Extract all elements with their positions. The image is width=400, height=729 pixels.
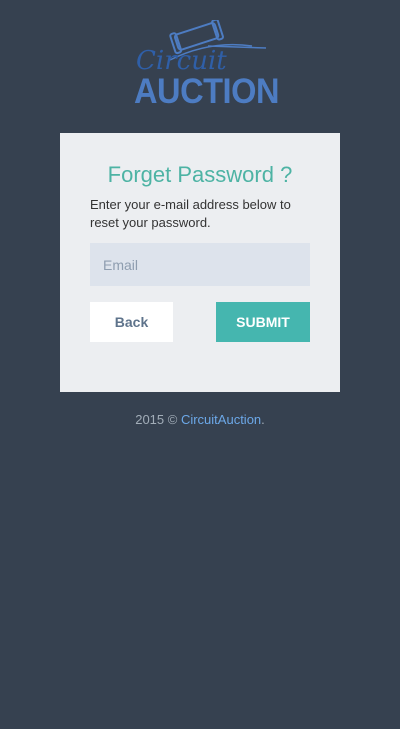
footer: 2015 © CircuitAuction. bbox=[0, 412, 400, 427]
footer-suffix: . bbox=[261, 412, 265, 427]
circuit-auction-logo: Circuit AUCTION bbox=[130, 20, 279, 112]
footer-copyright: 2015 © bbox=[135, 412, 181, 427]
email-field[interactable] bbox=[90, 243, 310, 286]
logo-script-text: Circuit bbox=[136, 46, 227, 76]
back-button[interactable]: Back bbox=[90, 302, 173, 342]
page-title: Forget Password ? bbox=[107, 162, 293, 187]
submit-button[interactable]: SUBMIT bbox=[216, 302, 310, 342]
logo-main-text: AUCTION bbox=[134, 72, 280, 111]
footer-brand-link[interactable]: CircuitAuction bbox=[181, 412, 261, 427]
instructions-text: Enter your e-mail address below to reset… bbox=[90, 197, 291, 230]
